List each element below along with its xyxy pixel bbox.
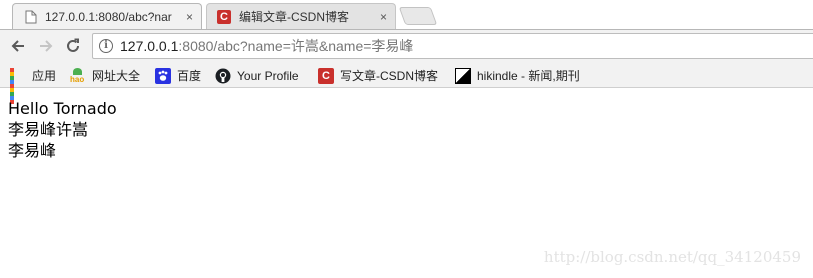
page-icon [25, 10, 37, 24]
hikindle-icon [455, 67, 471, 84]
apps-icon [10, 67, 26, 104]
address-bar[interactable]: i 127.0.0.1:8080/abc?name=许嵩&name=李易峰 [92, 33, 813, 59]
content-line: Hello Tornado [8, 99, 117, 118]
bookmark-label: 写文章-CSDN博客 [340, 69, 438, 83]
bookmark-label: hikindle - 新闻,期刊 [477, 69, 580, 83]
page-content: Hello Tornado 李易峰许嵩 李易峰 [8, 98, 117, 161]
arrow-left-icon [11, 40, 24, 52]
baidu-paw-icon [155, 67, 171, 84]
close-tab-icon[interactable]: × [186, 10, 193, 24]
forward-button[interactable] [36, 36, 56, 56]
hao-icon: hao [70, 67, 86, 84]
close-tab-icon[interactable]: × [380, 10, 387, 24]
bookmark-label: 应用 [32, 69, 57, 83]
bookmark-github[interactable]: Your Profile [215, 67, 299, 84]
content-line: 李易峰许嵩 [8, 120, 89, 139]
bookmark-label: 百度 [177, 69, 202, 83]
reload-button[interactable] [63, 36, 83, 56]
bookmark-label: Your Profile [237, 68, 299, 83]
url-path: :8080/abc?name=许嵩&name=李易峰 [178, 38, 414, 54]
new-tab-button[interactable] [398, 7, 438, 25]
bookmark-hikindle[interactable]: hikindle - 新闻,期刊 [455, 67, 580, 84]
tab-localhost[interactable]: 127.0.0.1:8080/abc?nar × [12, 3, 202, 29]
toolbar: i 127.0.0.1:8080/abc?name=许嵩&name=李易峰 [0, 29, 813, 63]
csdn-icon: C [318, 67, 334, 84]
url-host: 127.0.0.1 [120, 38, 179, 54]
github-icon [215, 68, 231, 84]
url-text: 127.0.0.1:8080/abc?name=许嵩&name=李易峰 [120, 36, 413, 56]
bookmark-apps[interactable]: 应用 [10, 67, 57, 104]
site-info-icon[interactable]: i [99, 39, 113, 53]
csdn-icon: C [217, 9, 231, 24]
bookmark-label: 网址大全 [92, 69, 141, 83]
reload-icon [67, 38, 79, 52]
bookmarks-bar: 应用 hao 网址大全 百度 Your Profile C 写文章-CSDN博客… [0, 63, 813, 104]
bookmark-baidu[interactable]: 百度 [155, 67, 201, 84]
tab-strip: 127.0.0.1:8080/abc?nar × C 编辑文章-CSDN博客 × [0, 0, 813, 29]
tab-title: 127.0.0.1:8080/abc?nar [45, 9, 172, 24]
tab-title: 编辑文章-CSDN博客 [239, 10, 349, 24]
bookmark-hao123[interactable]: hao 网址大全 [70, 67, 140, 84]
content-line: 李易峰 [8, 141, 57, 160]
arrow-right-icon [40, 40, 53, 52]
back-button[interactable] [8, 36, 28, 56]
watermark: http://blog.csdn.net/qq_34120459 [543, 248, 801, 266]
bookmark-csdn-write[interactable]: C 写文章-CSDN博客 [318, 67, 438, 84]
tab-csdn-editor[interactable]: C 编辑文章-CSDN博客 × [206, 3, 396, 29]
